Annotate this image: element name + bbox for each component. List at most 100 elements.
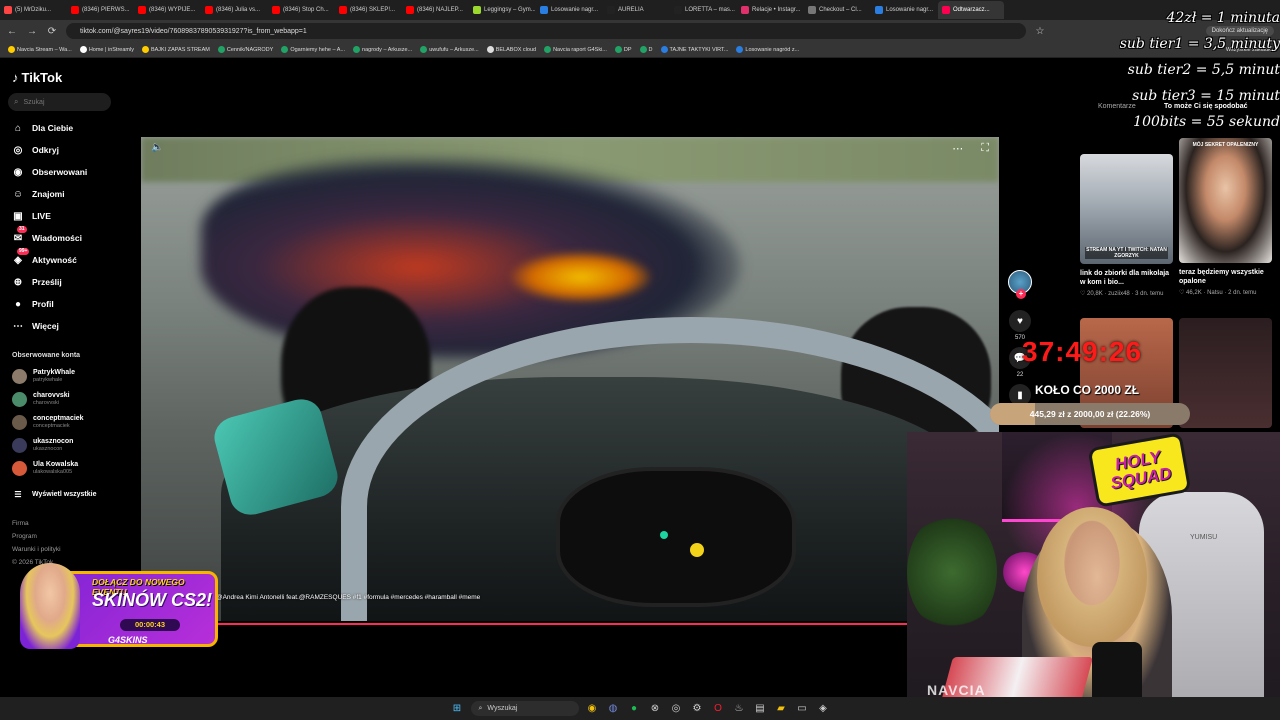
chrome-icon[interactable]: ◉: [585, 701, 600, 716]
browser-tab[interactable]: Odtwarzacz...: [938, 1, 1004, 19]
video-controls: ⋯ ⛶: [952, 142, 989, 155]
recommended-video-4[interactable]: [1179, 318, 1272, 428]
account-names: PatrykWhale patrykwhale: [33, 369, 75, 384]
following-account[interactable]: PatrykWhale patrykwhale: [12, 369, 75, 384]
store-icon[interactable]: ▤: [753, 701, 768, 716]
xbox-icon[interactable]: ⊗: [648, 701, 663, 716]
settings-icon[interactable]: ⚙: [690, 701, 705, 716]
forward-icon[interactable]: →: [26, 26, 38, 37]
browser-tab[interactable]: AURELIA: [603, 1, 669, 19]
more-options-icon[interactable]: ⋯: [952, 142, 963, 155]
show-all-following[interactable]: ☰ Wyświetl wszystkie: [12, 488, 96, 500]
browser-tab[interactable]: (8346) NAJLEP...: [402, 1, 468, 19]
reload-icon[interactable]: ⟳: [46, 26, 58, 37]
rec-when-2: 2 dn. temu: [1228, 290, 1257, 296]
tiktok-logo[interactable]: ♪ TikTok: [12, 70, 62, 85]
bookmark-item[interactable]: Home | inStreamly: [78, 46, 136, 53]
bookmark-item[interactable]: Cennik/NAGRODY: [216, 46, 275, 53]
footer-link[interactable]: Program: [12, 533, 37, 540]
thumbnail-4: [1179, 318, 1272, 428]
bookmark-item[interactable]: Navcia Stream – Wa...: [6, 46, 74, 53]
rate-line: sub tier2 = 5,5 minut: [1127, 62, 1280, 78]
browser-tab[interactable]: (8346) SKLEP!...: [335, 1, 401, 19]
heart-icon[interactable]: ♥: [1009, 310, 1031, 332]
back-icon[interactable]: ←: [6, 26, 18, 37]
rec-likes-1: 20,8K: [1087, 291, 1103, 297]
opera-icon[interactable]: O: [711, 701, 726, 716]
nav-item-messages[interactable]: ✉ 31 Wiadomości: [12, 226, 82, 244]
video-player[interactable]: 🔈 ⋯ ⛶ @Andrea Kimi Antonelli feat.@RAMZE…: [141, 137, 999, 621]
taskbar-search[interactable]: ⌕ Wyszukaj: [470, 701, 579, 716]
follow-plus-icon[interactable]: +: [1016, 289, 1026, 299]
browser-tab[interactable]: Relacje • Instagr...: [737, 1, 803, 19]
bookmark-item[interactable]: Ogarniemy hehe – A...: [279, 46, 347, 53]
video-steering-wheel: [556, 467, 796, 607]
folder-icon[interactable]: ▰: [774, 701, 789, 716]
browser-tab[interactable]: (8346) Julia vs...: [201, 1, 267, 19]
creator-avatar[interactable]: +: [1008, 270, 1032, 299]
bookmark-item[interactable]: BAJKI ZAPAS STREAM: [140, 46, 212, 53]
bookmark-favicon-icon: [281, 46, 289, 53]
bookmark-item[interactable]: DP: [613, 46, 634, 53]
browser-tab[interactable]: LORETTA – mas...: [670, 1, 736, 19]
browser-tab[interactable]: (8346) Stop Ch...: [268, 1, 334, 19]
nav-item-home[interactable]: ⌂ Dla Ciebie: [12, 122, 73, 134]
following-account[interactable]: ukasznocon ukasznocon: [12, 438, 73, 453]
bookmark-item[interactable]: uwufufu – Arkusze...: [418, 46, 481, 53]
following-account[interactable]: Ula Kowalska ulakowalska005: [12, 461, 78, 476]
bookmark-favicon-icon: [639, 46, 647, 53]
account-handle: ulakowalska005: [33, 469, 73, 475]
terminal-icon[interactable]: ▭: [795, 701, 810, 716]
following-account[interactable]: charovvski charovvski: [12, 392, 70, 407]
nav-item-upload[interactable]: ⊕ Prześlij: [12, 276, 62, 288]
bookmark-label: DP: [623, 46, 632, 53]
browser-tab[interactable]: Leggingsy – Gym...: [469, 1, 535, 19]
nav-item-more[interactable]: ⋯ Więcej: [12, 320, 59, 332]
nav-item-profile[interactable]: ● Profil: [12, 298, 54, 310]
tab-label: (8346) Stop Ch...: [283, 7, 329, 13]
app-icon[interactable]: ◈: [816, 701, 831, 716]
tab-favicon-icon: [674, 6, 682, 14]
windows-start-icon[interactable]: ⊞: [450, 701, 465, 716]
bookmark-item[interactable]: Navcia raport G4Ski...: [542, 46, 609, 53]
bookmark-item[interactable]: BELABOX cloud: [485, 46, 538, 53]
fullscreen-icon[interactable]: ⛶: [981, 142, 989, 155]
discord-icon[interactable]: ◍: [606, 701, 621, 716]
account-name: ukasznocon: [33, 438, 74, 445]
nav-item-friends[interactable]: ☺ Znajomi: [12, 188, 65, 200]
tab-label: LORETTA – mas...: [685, 7, 735, 13]
search-input[interactable]: ⌕ Szukaj: [8, 93, 111, 111]
nav-item-live[interactable]: ▣ LIVE: [12, 210, 51, 222]
tab-label: (8346) PIERWS...: [82, 7, 130, 13]
url-input[interactable]: tiktok.com/@sayres19/video/7608983789053…: [66, 23, 1026, 39]
tab-favicon-icon: [942, 6, 950, 14]
recommended-video-2[interactable]: MÓJ SEKRET OPALENIZNY teraz będziemy wsz…: [1179, 138, 1272, 296]
recommended-video-1[interactable]: STREAM NA YT I TWITCH: NATAN ZGORZYK lin…: [1080, 154, 1173, 297]
video-progress-bar[interactable]: [141, 623, 999, 625]
obs-icon[interactable]: ◎: [669, 701, 684, 716]
browser-tab[interactable]: Checkout – Cl...: [804, 1, 870, 19]
footer-link[interactable]: Firma: [12, 520, 29, 527]
nav-label: Prześlij: [32, 277, 62, 287]
star-icon[interactable]: ☆: [1034, 26, 1046, 37]
event-line-2: SKINÓW CS2!: [92, 590, 213, 610]
footer-link[interactable]: Warunki i polityki: [12, 546, 61, 553]
volume-icon[interactable]: 🔈: [151, 142, 163, 153]
bookmark-item[interactable]: TAJNE TAKTYKI VIRT...: [659, 46, 731, 53]
bookmark-item[interactable]: Losowanie nagród z...: [734, 46, 801, 53]
steam-icon[interactable]: ♨: [732, 701, 747, 716]
browser-tab[interactable]: (8346) PIERWS...: [67, 1, 133, 19]
browser-tab[interactable]: (8346) WYPIJE...: [134, 1, 200, 19]
bookmark-item[interactable]: nagrody – Arkusze...: [351, 46, 414, 53]
bookmark-item[interactable]: D: [638, 46, 655, 53]
nav-item-activity[interactable]: ◈ 99+ Aktywność: [12, 248, 77, 266]
browser-tab[interactable]: (5) MrDziku...: [0, 1, 66, 19]
spotify-icon[interactable]: ●: [627, 701, 642, 716]
tab-favicon-icon: [205, 6, 213, 14]
browser-tab[interactable]: Losowanie nagr...: [536, 1, 602, 19]
following-account[interactable]: conceptmaciek conceptmaciek: [12, 415, 84, 430]
video-yellow-livery: [511, 252, 651, 302]
nav-item-compass[interactable]: ◎ Odkryj: [12, 144, 59, 156]
nav-item-following[interactable]: ◉ Obserwowani: [12, 166, 88, 178]
browser-tab[interactable]: Losowanie nagr...: [871, 1, 937, 19]
